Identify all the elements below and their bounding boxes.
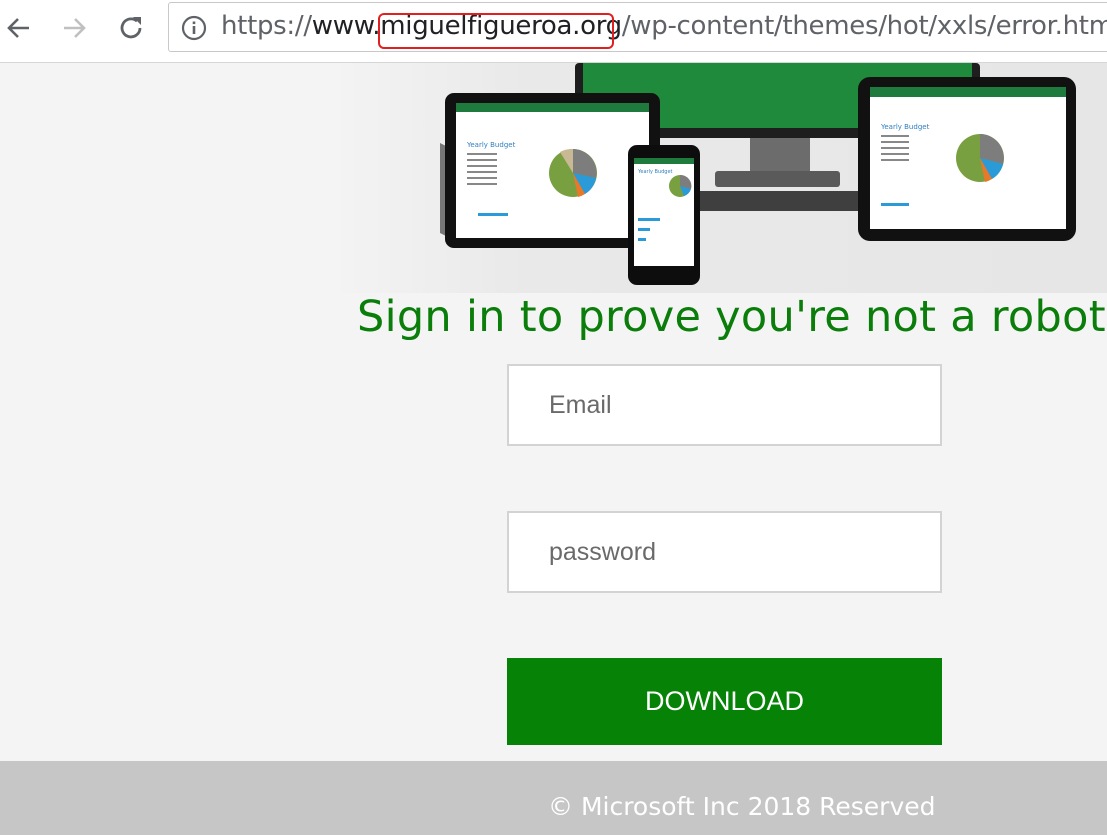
password-input[interactable] (509, 513, 940, 591)
email-field[interactable] (507, 364, 942, 446)
url-text[interactable]: https://www.miguelfigueroa.org/wp-conten… (221, 11, 1107, 41)
laptop-sheet-title: Yearly Budget (880, 123, 930, 131)
url-path: /wp-content/themes/hot/xxls/error.htm (621, 11, 1107, 41)
url-scheme: https:// (221, 11, 312, 41)
domain-highlight-annotation (378, 13, 614, 49)
info-icon[interactable] (181, 15, 207, 41)
devices-illustration: Yearly Budget Yearly Budget Yearly Budge… (330, 63, 1107, 293)
arrow-left-icon (7, 18, 29, 38)
arrow-right-icon (64, 18, 86, 38)
browser-toolbar: https://www.miguelfigueroa.org/wp-conten… (0, 0, 1107, 63)
reload-icon (120, 17, 142, 39)
forward-button[interactable] (57, 11, 91, 45)
back-button[interactable] (2, 11, 36, 45)
page-headline: Sign in to prove you're not a robot (357, 292, 1106, 342)
reload-button[interactable] (114, 11, 148, 45)
email-input[interactable] (509, 366, 940, 444)
copyright-text: © Microsoft Inc 2018 Reserved (548, 792, 936, 821)
phone-sheet-title: Yearly Budget (637, 169, 673, 175)
tablet-sheet-title: Yearly Budget (466, 141, 516, 149)
footer: © Microsoft Inc 2018 Reserved (0, 761, 1107, 835)
address-bar[interactable]: https://www.miguelfigueroa.org/wp-conten… (168, 2, 1107, 52)
download-button[interactable]: DOWNLOAD (507, 658, 942, 745)
devices-hero-image: Yearly Budget Yearly Budget Yearly Budge… (330, 63, 1107, 293)
password-field[interactable] (507, 511, 942, 593)
